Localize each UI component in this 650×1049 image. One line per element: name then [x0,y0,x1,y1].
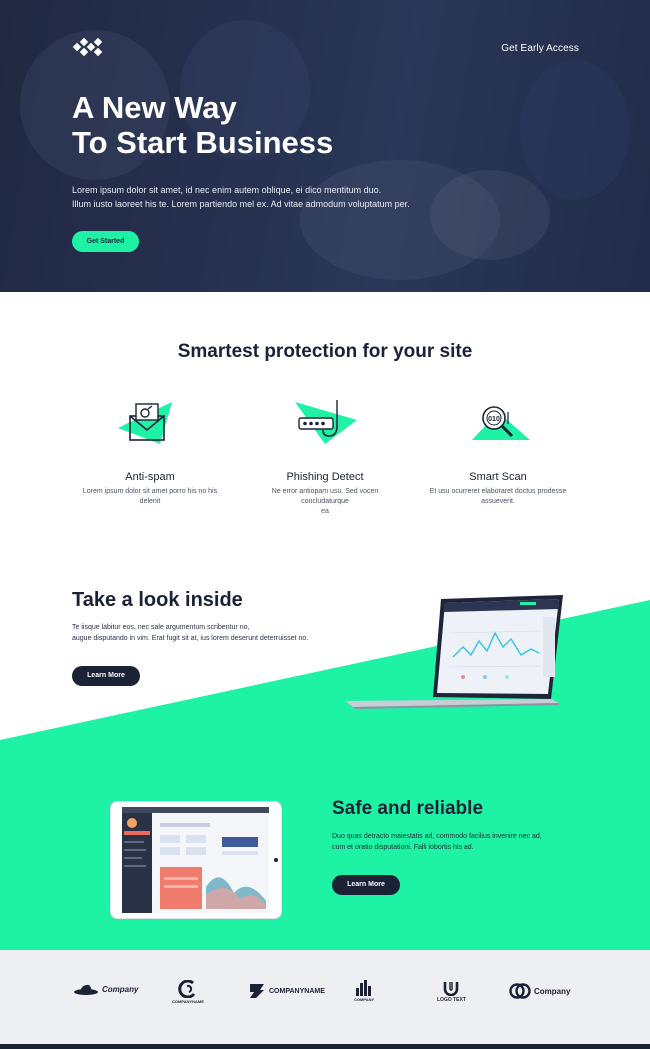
feature-desc-line2: delenit [139,498,161,505]
magnifier-scan-icon: 010 [472,406,530,440]
hat-logo-icon [74,984,98,995]
partner-logo-1: Company [73,982,138,996]
safe-title: Safe and reliable [332,798,484,819]
feature-title: Anti-spam [125,471,175,483]
feature-description: Ne error antiopam usu. Sed vocen conclud… [250,487,400,517]
rings-logo-icon [509,983,531,999]
feature-desc-line1: Ne error antiopam usu. Sed vocen conclud… [271,488,379,505]
feature-desc-line1: Lorem ipsum dolor sit amet porro his no … [82,488,218,495]
feature-title: Phishing Detect [286,471,364,483]
partner-logo-4: COMPANY [354,980,374,1002]
green-diagonal-background [0,600,650,950]
partner-logos-strip: Company COMPANYNAME COMPANYNAME COMPANY … [0,950,650,1044]
partner-logo-6: Company [509,982,570,1000]
partner-logo-name: LOGO TEXT [437,997,466,1003]
features-title: Smartest protection for your site [177,341,473,362]
u-logo-icon [444,982,459,996]
partner-logo-2: COMPANYNAME [172,980,204,1004]
feature-phishing-detect: Phishing Detect Ne error antiopam usu. S… [250,398,400,517]
inside-desc-line2: augue disputando in vim. Erat fugit sit … [72,635,309,642]
partner-logo-3: COMPANYNAME [248,982,325,1000]
partner-logo-name: COMPANY [354,997,375,1002]
svg-text:010: 010 [488,416,500,423]
inside-description: Te iisque labitur eos, nec sale argument… [72,622,372,644]
learn-more-button-safe[interactable]: Learn More [332,875,400,895]
feature-description: Et usu ocurreret elaboraret doctus prode… [423,487,573,507]
safe-desc-line2: cum et oratio disputationi. Falli lobort… [332,844,474,851]
feature-desc-line1: Et usu ocurreret elaboraret doctus prode… [429,488,567,495]
feature-anti-spam: Anti-spam Lorem ipsum dolor sit amet por… [75,398,225,507]
safe-description: Duo quas detracto maiestatis ad, commodo… [332,831,562,853]
tablet-illustration [110,801,282,919]
partner-logo-name: COMPANYNAME [172,999,204,1004]
safe-desc-line1: Duo quas detracto maiestatis ad, commodo… [332,833,542,840]
footer-bar [0,1044,650,1049]
partner-logo-name: Company [102,984,139,994]
feature-smart-scan: 010 Smart Scan Et usu ocurreret elaborar… [423,398,573,507]
s-logo-icon [250,984,264,998]
feature-description: Lorem ipsum dolor sit amet porro his no … [75,487,225,507]
inside-title: Take a look inside [72,589,243,611]
learn-more-button-inside[interactable]: Learn More [72,666,140,686]
envelope-icon [118,402,172,444]
laptop-illustration [345,595,563,709]
feature-title: Smart Scan [469,471,527,483]
partner-logo-name: Company [534,986,571,996]
feature-desc-line2: ea [321,508,329,515]
partner-logo-5: LOGO TEXT [437,980,466,1003]
swirl-logo-icon [178,980,196,998]
inside-desc-line1: Te iisque labitur eos, nec sale argument… [72,624,250,631]
password-hook-icon [295,400,357,444]
city-logo-icon [356,980,372,996]
feature-desc-line2: assueverit. [481,498,515,505]
partner-logo-name: COMPANYNAME [269,987,325,995]
